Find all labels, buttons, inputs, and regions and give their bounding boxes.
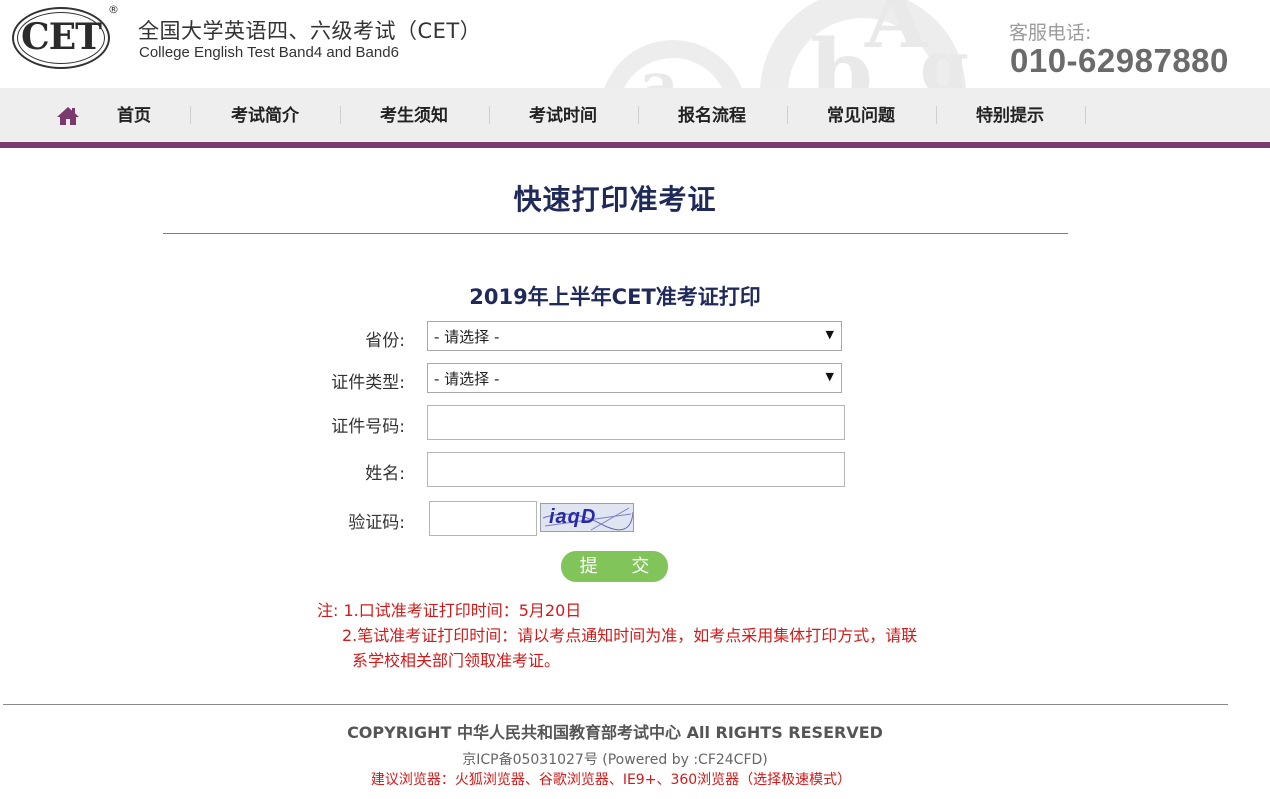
- id-number-input[interactable]: [427, 405, 845, 440]
- home-icon[interactable]: [56, 106, 80, 126]
- id-number-label: 证件号码:: [331, 417, 405, 437]
- id-type-label: 证件类型:: [331, 373, 405, 393]
- dropdown-arrow-icon: ▼: [825, 370, 834, 383]
- nav-separator: [489, 106, 490, 124]
- nav-item-candidate-notice[interactable]: 考生须知: [380, 88, 448, 142]
- dropdown-arrow-icon: ▼: [825, 328, 834, 341]
- nav-separator: [787, 106, 788, 124]
- id-type-select-value: - 请选择 -: [434, 370, 500, 388]
- site-title-cn: 全国大学英语四、六级考试（CET）: [138, 19, 482, 43]
- note-line-1: 注: 1.口试准考证打印时间：5月20日: [317, 601, 582, 620]
- nav-separator: [936, 106, 937, 124]
- hotline-label: 客服电话:: [1009, 22, 1092, 44]
- nav-separator: [638, 106, 639, 124]
- captcha-image[interactable]: iaqD: [540, 503, 634, 532]
- header-decoration: A b g a: [600, 0, 1030, 88]
- province-label: 省份:: [365, 331, 405, 351]
- nav-item-special-notice[interactable]: 特别提示: [976, 88, 1044, 142]
- footer-divider: [3, 704, 1228, 705]
- hotline-number: 010-62987880: [1010, 42, 1229, 79]
- nav-accent-bar: [0, 142, 1270, 148]
- nav-item-exam-intro[interactable]: 考试简介: [231, 88, 299, 142]
- province-select-value: - 请选择 -: [434, 328, 500, 346]
- nav-item-faq[interactable]: 常见问题: [827, 88, 895, 142]
- nav-separator: [1085, 106, 1086, 124]
- title-divider: [163, 233, 1068, 234]
- captcha-input[interactable]: [429, 501, 537, 536]
- footer-copyright: COPYRIGHT 中华人民共和国教育部考试中心 All RIGHTS RESE…: [347, 723, 883, 742]
- note-line-2: 2.笔试准考证打印时间：请以考点通知时间为准，如考点采用集体打印方式，请联: [342, 626, 918, 645]
- page-title: 快速打印准考证: [513, 183, 717, 216]
- site-header: A b g a CET ® 全国大学英语四、六级考试（CET） College …: [0, 0, 1270, 88]
- id-type-select[interactable]: - 请选择 - ▼: [427, 363, 842, 393]
- site-title-en: College English Test Band4 and Band6: [139, 44, 399, 61]
- submit-button[interactable]: 提 交: [561, 551, 668, 582]
- captcha-label: 验证码:: [348, 513, 405, 533]
- nav-separator: [340, 106, 341, 124]
- footer-icp: 京ICP备05031027号 (Powered by :CF24CFD): [462, 752, 768, 768]
- note-line-3: 系学校相关部门领取准考证。: [352, 651, 561, 670]
- main-nav: 首页 考试简介 考生须知 考试时间 报名流程 常见问题 特别提示: [0, 88, 1270, 142]
- registered-mark: ®: [108, 3, 119, 16]
- name-label: 姓名:: [365, 464, 405, 484]
- province-select[interactable]: - 请选择 - ▼: [427, 321, 842, 351]
- nav-item-home[interactable]: 首页: [117, 88, 151, 142]
- form-title: 2019年上半年CET准考证打印: [469, 285, 761, 309]
- nav-item-registration-process[interactable]: 报名流程: [678, 88, 746, 142]
- logo-text: CET: [21, 16, 102, 58]
- captcha-image-text: iaqD: [549, 506, 597, 528]
- nav-separator: [190, 106, 191, 124]
- nav-item-exam-time[interactable]: 考试时间: [529, 88, 597, 142]
- cet-logo[interactable]: CET ®: [12, 3, 119, 71]
- footer-browser-tip: 建议浏览器：火狐浏览器、谷歌浏览器、IE9+、360浏览器（选择极速模式）: [370, 772, 852, 788]
- name-input[interactable]: [427, 452, 845, 487]
